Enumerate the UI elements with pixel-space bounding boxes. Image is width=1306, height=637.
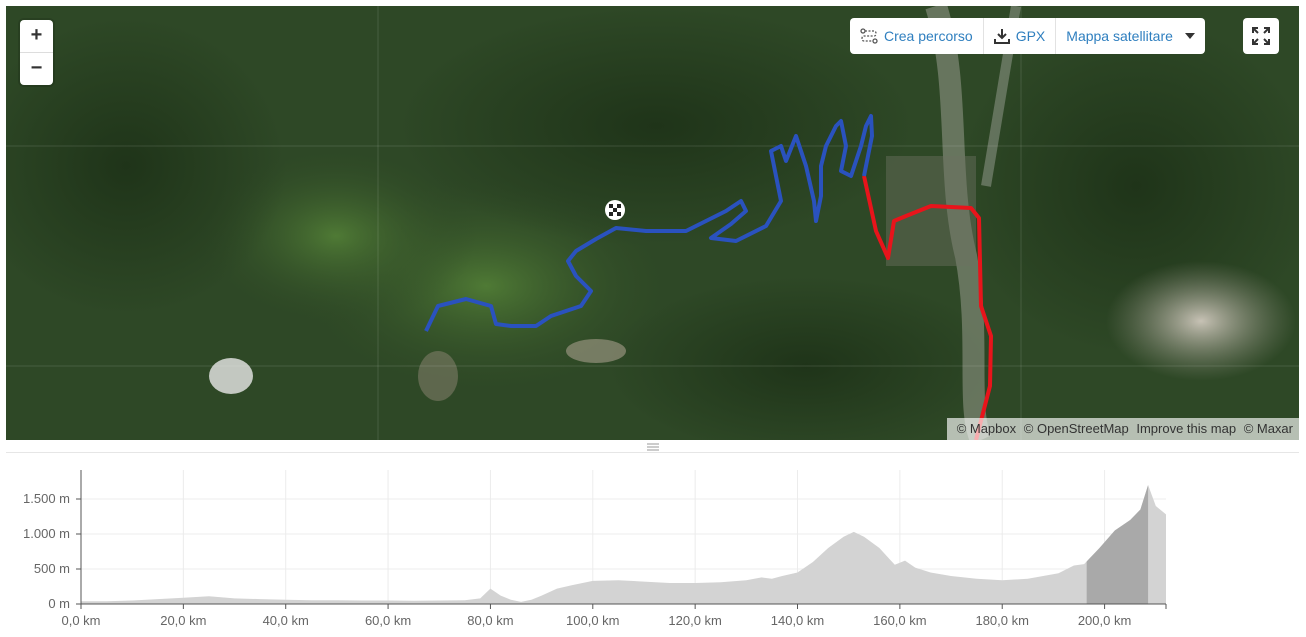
map-attribution: © Mapbox © OpenStreetMap Improve this ma… <box>946 418 1299 440</box>
resize-handle-icon[interactable] <box>646 442 660 452</box>
y-tick-label: 500 m <box>33 561 70 576</box>
elevation-area <box>81 485 1166 604</box>
x-tick-label: 80,0 km <box>467 613 514 628</box>
y-tick-label: 1.500 m <box>23 491 70 506</box>
x-tick-label: 100,0 km <box>566 613 620 628</box>
attribution-improve-link[interactable]: Improve this map <box>1136 421 1236 436</box>
x-tick-label: 180,0 km <box>975 613 1029 628</box>
elevation-profile-chart <box>76 470 1167 609</box>
zoom-in-button[interactable]: + <box>20 20 53 52</box>
y-tick-label: 0 m <box>48 596 70 611</box>
satellite-map[interactable]: + − Crea percorso GPX Mappa satellitare <box>6 6 1299 440</box>
create-route-label: Crea percorso <box>884 28 973 44</box>
attribution-mapbox-link[interactable]: © Mapbox <box>957 421 1016 436</box>
x-tick-label: 120,0 km <box>668 613 722 628</box>
route-segment-red <box>862 175 993 440</box>
x-tick-label: 140,0 km <box>770 613 825 628</box>
download-icon <box>993 29 1010 44</box>
y-tick-label: 1.000 m <box>23 526 70 541</box>
gpx-download-button[interactable]: GPX <box>984 18 1057 54</box>
zoom-control: + − <box>20 20 53 85</box>
attribution-maxar-link[interactable]: © Maxar <box>1244 421 1293 436</box>
map-type-label: Mappa satellitare <box>1066 28 1173 44</box>
x-tick-label: 60,0 km <box>364 613 412 628</box>
x-tick-label: 200,0 km <box>1077 613 1132 628</box>
x-tick-label: 160,0 km <box>873 613 927 628</box>
map-type-dropdown[interactable]: Mappa satellitare <box>1056 18 1205 54</box>
route-icon <box>860 28 878 44</box>
fullscreen-button[interactable] <box>1243 18 1279 54</box>
finish-flag-icon <box>605 200 625 220</box>
x-tick-label: 0,0 km <box>61 613 101 628</box>
zoom-out-button[interactable]: − <box>20 52 53 85</box>
map-toolbar: Crea percorso GPX Mappa satellitare <box>850 18 1205 54</box>
route-overlay <box>424 114 993 440</box>
expand-icon <box>1252 27 1270 45</box>
create-route-button[interactable]: Crea percorso <box>850 18 984 54</box>
attribution-osm-link[interactable]: © OpenStreetMap <box>1024 421 1129 436</box>
route-segment-blue <box>424 114 874 332</box>
panel-divider <box>6 452 1299 453</box>
x-tick-label: 20,0 km <box>160 613 207 628</box>
gpx-label: GPX <box>1015 28 1046 44</box>
caret-down-icon <box>1184 33 1195 39</box>
x-tick-label: 40,0 km <box>262 613 309 628</box>
